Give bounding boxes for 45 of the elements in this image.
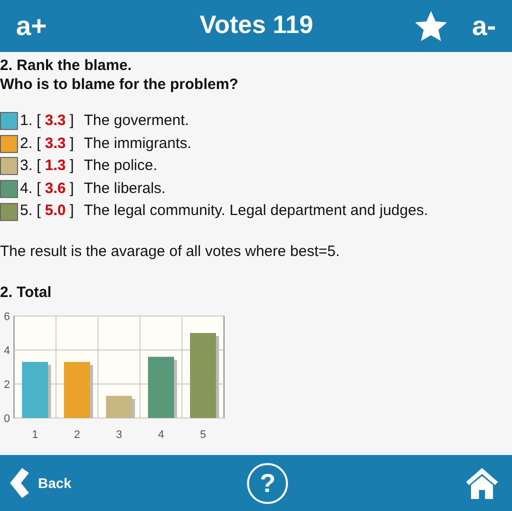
- bar: [106, 396, 132, 418]
- score-value: 5.0: [44, 201, 66, 222]
- rank-number: 1. [: [20, 111, 41, 132]
- rank-number: 2. [: [20, 134, 41, 154]
- option-label: The police.: [84, 156, 158, 176]
- question-title: 2. Rank the blame.: [0, 56, 133, 75]
- total-title: 2. Total: [0, 283, 52, 302]
- option-label: The liberals.: [84, 178, 166, 199]
- y-tick-label: 4: [4, 345, 10, 358]
- y-tick-label: 2: [4, 379, 10, 392]
- option-label: The immigrants.: [84, 134, 192, 154]
- score-value: 3.6: [44, 178, 66, 199]
- star-icon[interactable]: [414, 10, 448, 42]
- y-tick-label: 6: [4, 311, 10, 324]
- x-tick-label: 2: [74, 429, 80, 442]
- rank-number: 4. [: [20, 178, 41, 199]
- x-tick-label: 4: [158, 429, 164, 442]
- decrease-font-button[interactable]: a-: [472, 12, 496, 40]
- x-tick-label: 1: [32, 429, 38, 442]
- back-button[interactable]: Back: [8, 467, 72, 499]
- bracket: ]: [70, 156, 74, 176]
- home-icon[interactable]: [464, 466, 500, 500]
- result-note: The result is the avarage of all votes where best=5.: [0, 242, 341, 262]
- question-subtitle: Who is to blame for the problem?: [0, 75, 240, 94]
- rank-number: 3. [: [20, 156, 41, 176]
- bar: [148, 357, 174, 418]
- bracket: ]: [70, 134, 74, 154]
- score-value: 3.3: [44, 111, 66, 132]
- x-tick-label: 3: [116, 429, 122, 442]
- score-value: 1.3: [44, 156, 66, 176]
- bar: [22, 362, 48, 418]
- votes-title: Votes 119: [200, 10, 314, 42]
- option-label: The legal community. Legal department and judges.: [84, 201, 428, 222]
- increase-font-button[interactable]: a+: [16, 12, 47, 40]
- bracket: ]: [70, 111, 74, 132]
- rank-number: 5. [: [20, 201, 41, 222]
- y-tick-label: 0: [4, 413, 10, 426]
- bar: [64, 362, 90, 418]
- option-label: The goverment.: [84, 111, 189, 132]
- help-button[interactable]: ?: [247, 462, 288, 504]
- back-arrow-icon: [8, 467, 30, 499]
- score-value: 3.3: [44, 134, 66, 154]
- bracket: ]: [70, 201, 74, 222]
- bracket: ]: [70, 178, 74, 199]
- x-tick-label: 5: [200, 429, 206, 442]
